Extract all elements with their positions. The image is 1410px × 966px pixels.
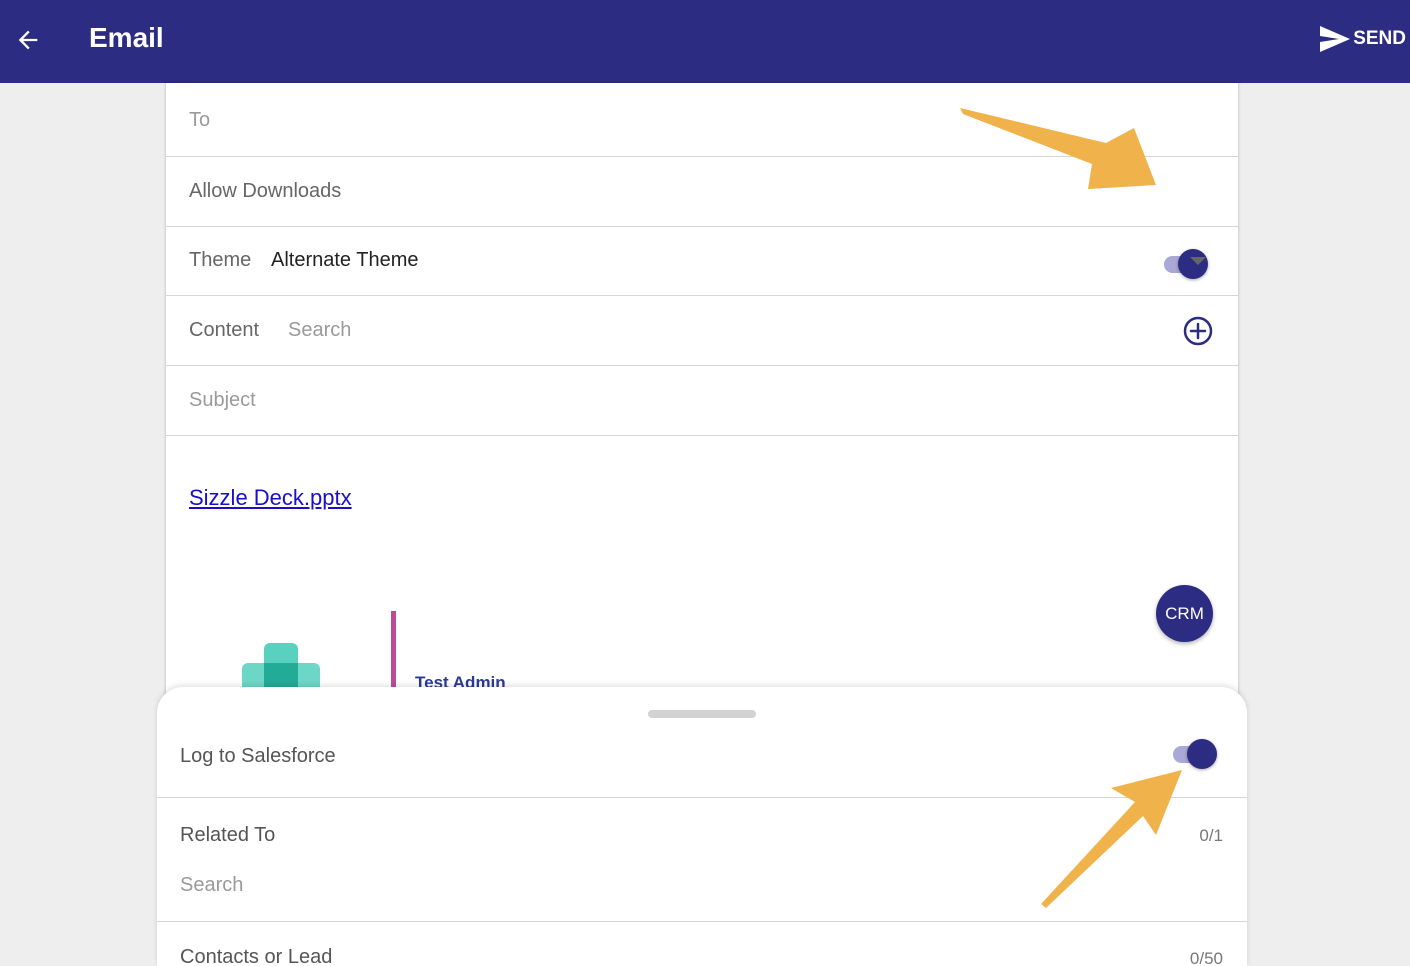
sheet-drag-handle[interactable] — [648, 710, 756, 718]
theme-select[interactable]: Theme Alternate Theme — [166, 227, 1238, 296]
back-button[interactable] — [8, 20, 48, 60]
crm-button[interactable]: CRM — [1156, 585, 1213, 642]
send-icon — [1320, 26, 1351, 52]
related-to-label: Related To — [180, 824, 276, 846]
add-circle-icon[interactable] — [1182, 315, 1214, 347]
related-to-row: Related To 0/1 Search — [157, 798, 1247, 922]
toggle-thumb — [1187, 739, 1217, 769]
bottom-sheet: Log to Salesforce Related To 0/1 Search … — [157, 687, 1247, 966]
send-label: SEND — [1353, 28, 1406, 49]
contacts-or-lead-label: Contacts or Lead — [180, 946, 333, 966]
email-compose-card: To Allow Downloads Theme Alternate Theme… — [166, 83, 1238, 703]
log-to-salesforce-row: Log to Salesforce — [157, 723, 1247, 798]
content-row: Content Search — [166, 296, 1238, 366]
related-to-search-input[interactable]: Search — [180, 874, 243, 897]
allow-downloads-row: Allow Downloads — [166, 157, 1238, 279]
arrow-left-icon — [18, 30, 38, 50]
content-label: Content — [189, 319, 260, 341]
log-to-salesforce-label: Log to Salesforce — [180, 745, 336, 767]
to-placeholder: To — [189, 109, 211, 131]
attachment-link[interactable]: Sizzle Deck.pptx — [189, 485, 352, 511]
content-search-input[interactable]: Search — [288, 319, 351, 342]
dropdown-arrow-icon — [1190, 257, 1206, 265]
send-button[interactable]: SEND — [1319, 23, 1406, 55]
to-field[interactable]: To — [166, 83, 1238, 157]
theme-value: Alternate Theme — [271, 249, 419, 271]
log-to-salesforce-toggle[interactable] — [1171, 739, 1219, 769]
subject-field[interactable]: Subject — [166, 366, 1238, 436]
theme-label: Theme — [189, 249, 252, 271]
page-title: Email — [89, 22, 164, 53]
contacts-or-lead-row[interactable]: Contacts or Lead 0/50 — [157, 922, 1247, 966]
related-to-count: 0/1 — [1199, 826, 1223, 845]
app-bar: Email SEND — [0, 0, 1410, 83]
allow-downloads-label: Allow Downloads — [189, 180, 342, 202]
subject-placeholder: Subject — [189, 389, 256, 411]
contacts-or-lead-count: 0/50 — [1189, 949, 1223, 966]
